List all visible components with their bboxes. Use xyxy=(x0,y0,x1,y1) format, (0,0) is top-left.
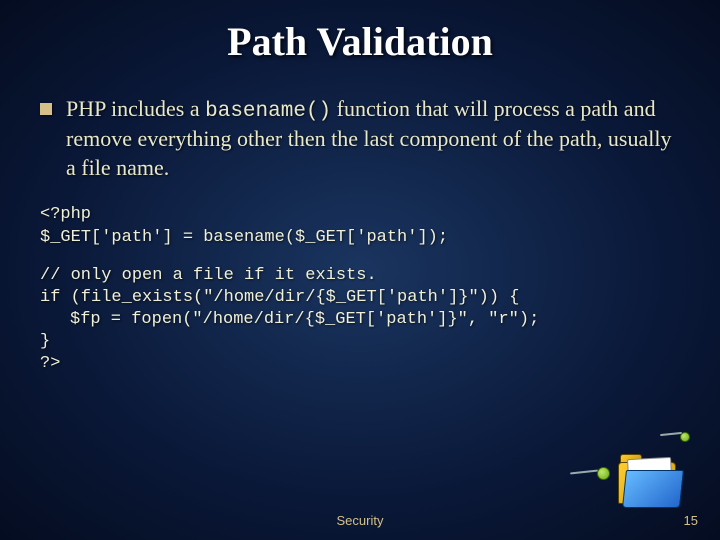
decorative-dot xyxy=(597,467,610,480)
page-number: 15 xyxy=(684,513,698,528)
footer-label: Security xyxy=(337,513,384,528)
code-line: $fp = fopen("/home/dir/{$_GET['path']}",… xyxy=(40,310,539,329)
code-line: } xyxy=(40,332,50,351)
decorative-dot xyxy=(680,432,690,442)
code-line: if (file_exists("/home/dir/{$_GET['path'… xyxy=(40,288,519,307)
code-line: <?php xyxy=(40,205,91,224)
code-block-2: // only open a file if it exists. if (fi… xyxy=(40,265,680,375)
motion-line xyxy=(660,431,682,435)
bullet-code: basename() xyxy=(205,100,331,123)
bullet-icon xyxy=(40,103,52,115)
bullet-text: PHP includes a basename() function that … xyxy=(66,95,680,182)
motion-line xyxy=(570,469,598,473)
code-line: ?> xyxy=(40,354,60,373)
code-comment: // only open a file if it exists. xyxy=(40,266,377,285)
bullet-item: PHP includes a basename() function that … xyxy=(40,95,680,182)
slide: Path Validation PHP includes a basename(… xyxy=(0,0,720,540)
folder-icon xyxy=(616,448,688,510)
code-line: $_GET['path'] = basename($_GET['path']); xyxy=(40,228,448,247)
slide-title: Path Validation xyxy=(40,18,680,65)
code-block-1: <?php $_GET['path'] = basename($_GET['pa… xyxy=(40,204,680,248)
bullet-text-pre: PHP includes a xyxy=(66,96,205,121)
